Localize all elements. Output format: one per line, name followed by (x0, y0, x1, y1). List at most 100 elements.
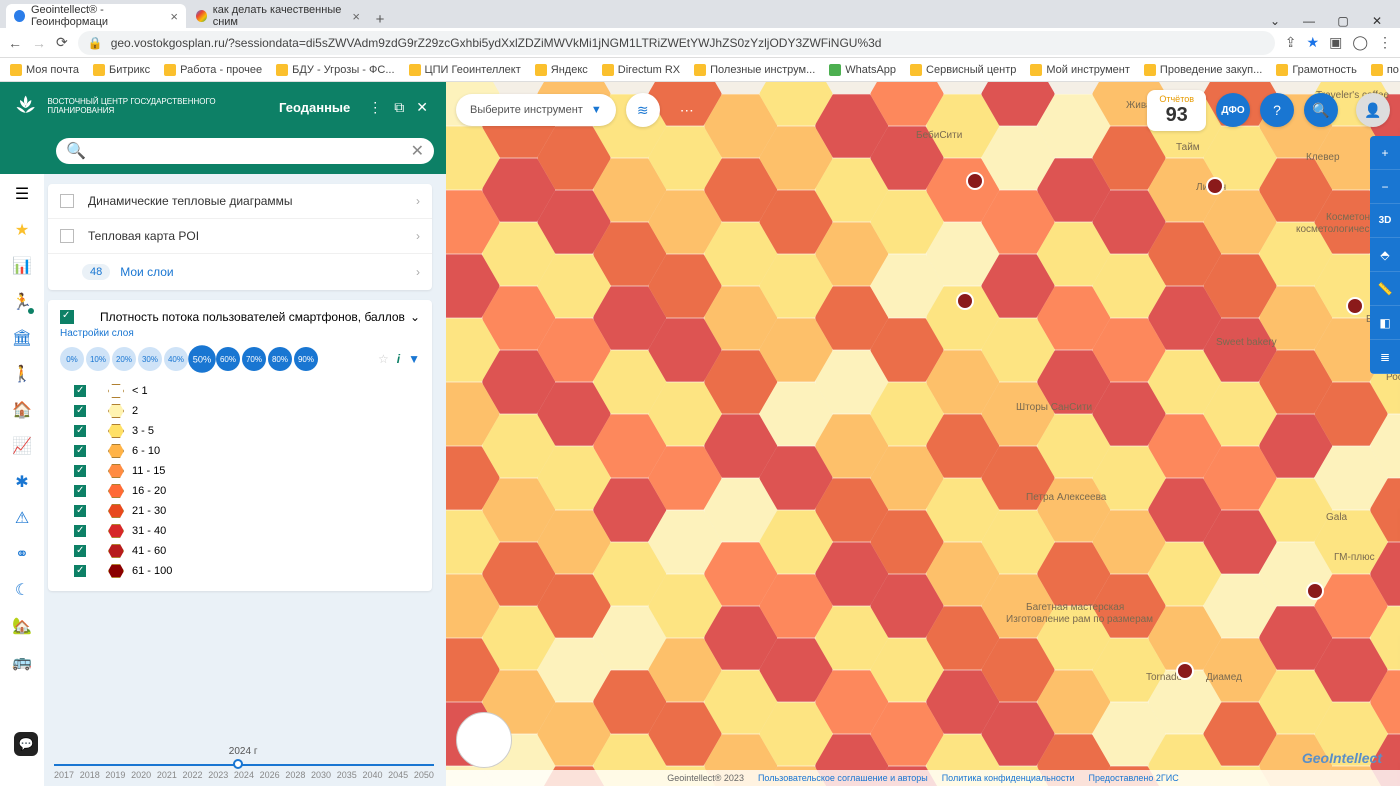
bookmark-star-icon[interactable]: ★ (1307, 34, 1320, 51)
network-icon[interactable]: ✱ (12, 472, 32, 492)
menu-dots-icon[interactable]: ⋮ (368, 99, 382, 116)
extensions-icon[interactable]: ▣ (1329, 34, 1342, 51)
reports-badge[interactable]: Отчётов 93 (1147, 90, 1206, 131)
browser-tab-1[interactable]: Geointellect® - Геоинформаци × (6, 4, 186, 28)
home-icon[interactable]: 🏠 (12, 400, 32, 420)
layer-row-heatmap-poi[interactable]: Тепловая карта POI › (48, 219, 432, 254)
bubbles-icon[interactable]: ⚭ (12, 544, 32, 564)
new-tab-button[interactable]: + (370, 11, 390, 28)
bookmark-item[interactable]: Моя почта (10, 64, 79, 76)
opacity-chip[interactable]: 80% (268, 347, 292, 371)
checkbox-checked[interactable] (74, 485, 86, 497)
chevron-down-icon[interactable]: ⌄ (1258, 14, 1292, 28)
filter-icon[interactable]: ▼ (408, 352, 420, 366)
menu-icon[interactable]: ☰ (12, 184, 32, 204)
profile-icon[interactable]: ◯ (1352, 34, 1368, 51)
bookmark-item[interactable]: БДУ - Угрозы - ФС... (276, 64, 394, 76)
opacity-chip[interactable]: 20% (112, 347, 136, 371)
close-icon[interactable]: ✕ (1360, 14, 1394, 28)
checkbox-checked[interactable] (74, 545, 86, 557)
browser-tab-2[interactable]: как делать качественные сним × (188, 4, 368, 28)
bus-icon[interactable]: 🚌 (12, 652, 32, 672)
opacity-chip[interactable]: 90% (294, 347, 318, 371)
help-button[interactable]: ? (1260, 93, 1294, 127)
checkbox-checked[interactable] (60, 310, 74, 324)
building-icon[interactable]: 🏛 (12, 328, 32, 348)
chart-icon[interactable]: 📈 (12, 436, 32, 456)
3d-button[interactable]: 3D (1370, 204, 1400, 238)
url-field[interactable]: 🔒 geo.vostokgosplan.ru/?sessiondata=di5s… (78, 31, 1275, 55)
opacity-chip[interactable]: 30% (138, 347, 162, 371)
footer-link[interactable]: Политика конфиденциальности (942, 773, 1075, 783)
bookmark-item[interactable]: Directum RX (602, 64, 680, 76)
org-logo[interactable]: ВОСТОЧНЫЙ ЦЕНТР ГОСУДАРСТВЕННОГО ПЛАНИРО… (12, 93, 279, 121)
info-icon[interactable]: i (397, 352, 400, 366)
layer-settings-link[interactable]: Настройки слоя (60, 328, 420, 339)
layer-row-heatmap-dynamic[interactable]: Динамические тепловые диаграммы › (48, 184, 432, 219)
checkbox[interactable] (60, 194, 74, 208)
opacity-chip[interactable]: 50% (188, 345, 216, 373)
clear-icon[interactable]: ✕ (411, 141, 424, 161)
opacity-chip[interactable]: 40% (164, 347, 188, 371)
bookmark-item[interactable]: Сервисный центр (910, 64, 1016, 76)
timeline-thumb[interactable] (233, 759, 243, 769)
checkbox[interactable] (60, 229, 74, 243)
house-icon[interactable]: 🏡 (12, 616, 32, 636)
bookmark-item[interactable]: Полезные инструм... (694, 64, 815, 76)
person-icon[interactable]: 🚶 (12, 364, 32, 384)
bookmark-item[interactable]: по работе (1371, 64, 1400, 76)
tool-selector[interactable]: Выберите инструмент ▼ (456, 94, 616, 126)
bookmark-item[interactable]: Мой инструмент (1030, 64, 1130, 76)
bookmark-item[interactable]: WhatsApp (829, 64, 896, 76)
search-input[interactable] (92, 144, 411, 158)
maximize-icon[interactable]: ▢ (1326, 14, 1360, 28)
zoom-out-button[interactable]: − (1370, 170, 1400, 204)
star-icon[interactable]: ★ (12, 220, 32, 240)
checkbox-checked[interactable] (74, 405, 86, 417)
close-panel-icon[interactable]: ✕ (416, 99, 428, 116)
tab-close-icon[interactable]: × (352, 9, 360, 24)
minimap[interactable] (456, 712, 512, 768)
chevron-down-icon[interactable]: ⌄ (410, 310, 420, 324)
layers-icon[interactable]: 📊 (12, 256, 32, 276)
opacity-chip[interactable]: 10% (86, 347, 110, 371)
bookmark-item[interactable]: Битрикс (93, 64, 150, 76)
bookmark-item[interactable]: Проведение закуп... (1144, 64, 1262, 76)
footer-link[interactable]: Пользовательское соглашение и авторы (758, 773, 928, 783)
search-button[interactable]: 🔍 (1304, 93, 1338, 127)
checkbox-checked[interactable] (74, 565, 86, 577)
checkbox-checked[interactable] (74, 445, 86, 457)
zoom-in-button[interactable]: + (1370, 136, 1400, 170)
bookmark-item[interactable]: ЦПИ Геоинтеллект (409, 64, 521, 76)
checkbox-checked[interactable] (74, 465, 86, 477)
my-layers-row[interactable]: 48 Мои слои › (48, 254, 432, 290)
opacity-chip[interactable]: 70% (242, 347, 266, 371)
checkbox-checked[interactable] (74, 385, 86, 397)
checkbox-checked[interactable] (74, 525, 86, 537)
share-icon[interactable]: ⇪ (1285, 34, 1297, 51)
bookmark-item[interactable]: Грамотность (1276, 64, 1357, 76)
opacity-chip[interactable]: 0% (60, 347, 84, 371)
menu-icon[interactable]: ⋮ (1378, 34, 1392, 51)
search-box[interactable]: 🔍 ✕ (56, 138, 434, 164)
forward-icon[interactable]: → (32, 35, 46, 51)
star-outline-icon[interactable]: ☆ (378, 352, 389, 366)
bookmark-item[interactable]: Работа - прочее (164, 64, 262, 76)
eraser-icon[interactable]: ◧ (1370, 306, 1400, 340)
chat-fab[interactable]: 💬 (14, 732, 38, 756)
timeline[interactable]: 2024 г 201720182019202020212022202320242… (54, 764, 434, 780)
activity-icon[interactable]: 🏃 (12, 292, 32, 312)
footer-link[interactable]: Предоставлено 2ГИС (1088, 773, 1178, 783)
checkbox-checked[interactable] (74, 505, 86, 517)
compass-icon[interactable]: ⬘ (1370, 238, 1400, 272)
map-area[interactable]: Traveler's coffeeБьюти СмайлЖивая водаБе… (446, 82, 1400, 786)
bookmark-item[interactable]: Яндекс (535, 64, 588, 76)
minimize-icon[interactable]: — (1292, 14, 1326, 28)
tab-close-icon[interactable]: × (170, 9, 178, 24)
copy-icon[interactable]: ⧉ (394, 99, 404, 116)
reload-icon[interactable]: ⟳ (56, 34, 68, 51)
avatar[interactable]: 👤 (1356, 93, 1390, 127)
ruler-icon[interactable]: 📏 (1370, 272, 1400, 306)
more-icon[interactable]: ⋯ (670, 93, 704, 127)
dfo-button[interactable]: ДФО (1216, 93, 1250, 127)
